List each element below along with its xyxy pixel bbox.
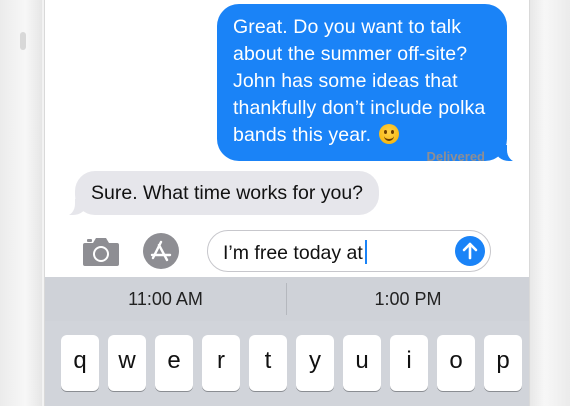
message-input[interactable]: I’m free today at bbox=[223, 240, 367, 265]
key-r[interactable]: r bbox=[202, 335, 240, 391]
key-o[interactable]: o bbox=[437, 335, 475, 391]
outgoing-message-text: Great. Do you want to talk about the sum… bbox=[233, 16, 486, 146]
message-input-field[interactable]: I’m free today at bbox=[207, 230, 491, 272]
suggestion-1[interactable]: 11:00 AM bbox=[45, 277, 286, 321]
app-store-icon bbox=[150, 240, 172, 262]
key-y[interactable]: y bbox=[296, 335, 334, 391]
key-p[interactable]: p bbox=[484, 335, 522, 391]
incoming-message-bubble[interactable]: Sure. What time works for you? bbox=[61, 171, 380, 216]
key-t[interactable]: t bbox=[249, 335, 287, 391]
side-button bbox=[20, 32, 26, 50]
camera-button[interactable] bbox=[81, 234, 121, 268]
key-w[interactable]: w bbox=[108, 335, 146, 391]
phone-bezel-left bbox=[0, 0, 42, 406]
send-button[interactable] bbox=[455, 236, 485, 266]
app-store-button[interactable] bbox=[143, 233, 179, 269]
incoming-message-text: Sure. What time works for you? bbox=[91, 182, 364, 204]
key-e[interactable]: e bbox=[155, 335, 193, 391]
message-input-value: I’m free today at bbox=[223, 242, 363, 264]
keyboard: 11:00 AM 1:00 PM q w e r t y u i o p bbox=[45, 277, 529, 406]
predictive-suggestions-bar: 11:00 AM 1:00 PM bbox=[45, 277, 529, 321]
phone-frame: Great. Do you want to talk about the sum… bbox=[0, 0, 570, 406]
text-caret bbox=[364, 240, 367, 264]
key-q[interactable]: q bbox=[61, 335, 99, 391]
key-i[interactable]: i bbox=[390, 335, 428, 391]
messages-screen: Great. Do you want to talk about the sum… bbox=[44, 0, 530, 406]
suggestion-2[interactable]: 1:00 PM bbox=[287, 277, 529, 321]
phone-bezel-right bbox=[528, 0, 570, 406]
delivery-status: Delivered bbox=[426, 149, 485, 164]
key-u[interactable]: u bbox=[343, 335, 381, 391]
arrow-up-icon bbox=[462, 242, 478, 260]
camera-icon bbox=[83, 238, 119, 266]
smiling-face-emoji-icon bbox=[378, 124, 399, 144]
outgoing-message-bubble[interactable]: Great. Do you want to talk about the sum… bbox=[217, 4, 521, 162]
